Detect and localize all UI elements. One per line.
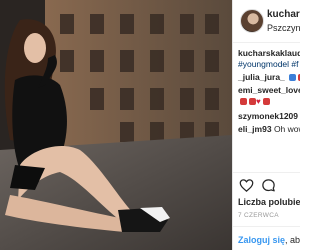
comment-row: _julia_jura_ [238,72,300,82]
post-photo[interactable] [0,0,232,250]
comment-icon[interactable] [261,178,276,193]
comment-text: Oh wow [273,124,300,134]
emoji-icon [262,98,270,105]
comment-username[interactable]: _julia_jura_ [238,72,285,82]
post-sidebar: kucharsk Pszczyna kucharskaklaudia #youn… [233,0,300,250]
avatar[interactable] [240,9,264,33]
comment-row: emi_sweet_lovepe [238,85,300,95]
post-header: kucharsk Pszczyna [233,0,300,43]
emoji-icon [289,74,297,81]
hashtag-link[interactable]: #youngmodel #f [238,59,299,69]
comment-row: kucharskaklaudia [238,48,300,58]
header-username[interactable]: kucharsk [267,9,300,20]
comment-username[interactable]: eli_jm93 [238,124,272,134]
comment-username[interactable]: kucharskaklaudia [238,48,300,58]
likes-count[interactable]: Liczba polubień: 1 [238,197,300,207]
post-photo-image [0,0,232,250]
comment-username[interactable]: emi_sweet_lovepe [238,85,300,95]
header-location[interactable]: Pszczyna [267,23,300,33]
comment-username[interactable]: szymonek1209 [238,111,298,121]
emoji-icon [298,74,300,81]
login-bar: Zaloguj się, aby [233,226,300,250]
login-prompt: Zaloguj się, aby [238,235,300,245]
post-date[interactable]: 7 CZERWCA [238,212,279,219]
login-link[interactable]: Zaloguj się [238,235,285,245]
login-suffix: , aby [285,235,300,245]
emoji-icon [249,98,256,105]
action-bar [233,172,300,199]
comment-row: szymonek1209 W [238,111,300,121]
likes-label: Liczba polubień: [238,197,300,207]
heart-emoji-icon: ♥ [256,97,261,106]
comment-row: #youngmodel #f [238,59,299,69]
heart-icon[interactable] [239,178,254,193]
comment-row: ♥ [238,96,270,107]
comment-row: eli_jm93 Oh wow [238,124,300,134]
emoji-icon [240,98,247,105]
